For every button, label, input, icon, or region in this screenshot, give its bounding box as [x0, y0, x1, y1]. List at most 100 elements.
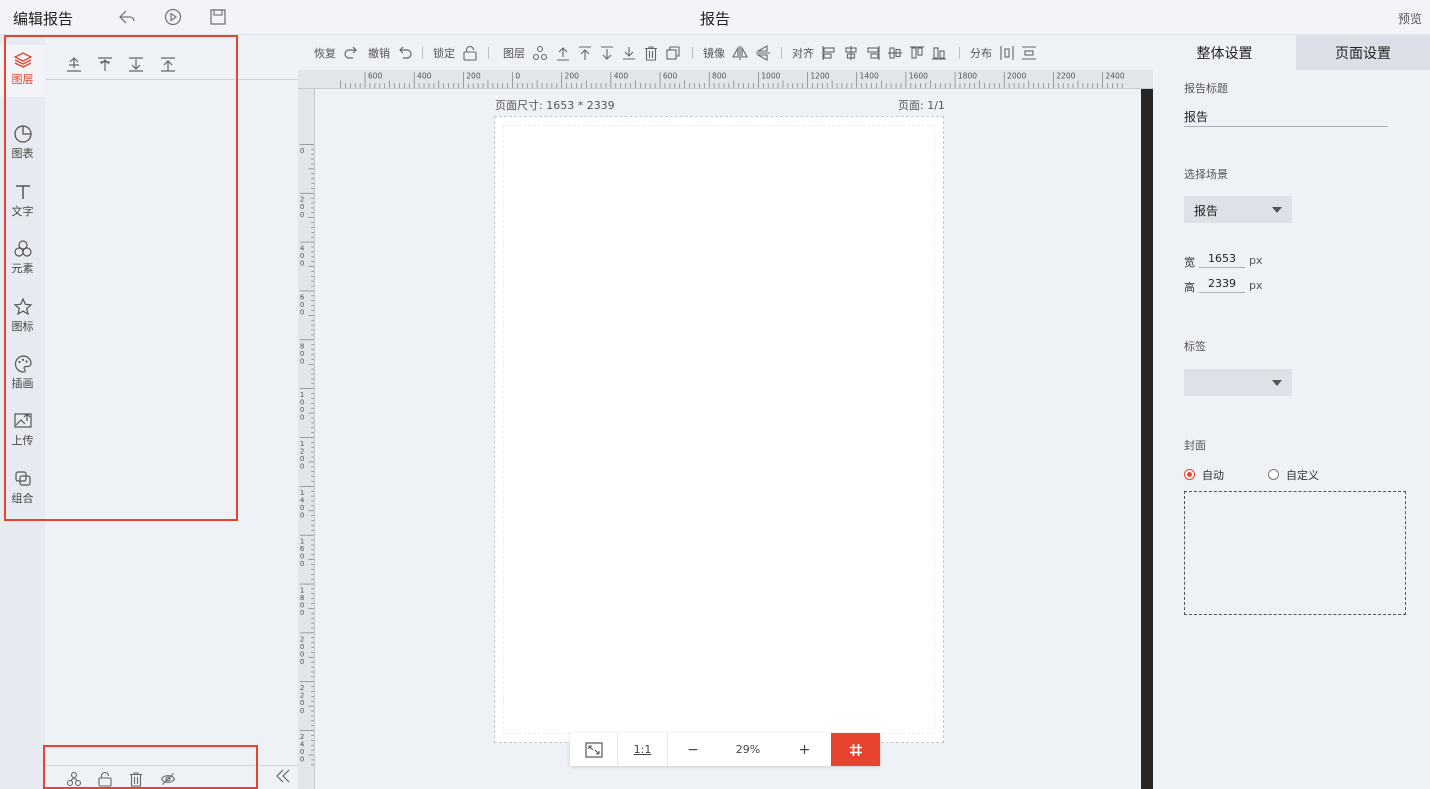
- tag-select[interactable]: [1184, 369, 1292, 396]
- distribute-vertical-icon[interactable]: [1021, 45, 1037, 61]
- nav-label-layers: 图层: [11, 73, 34, 86]
- cover-auto-label: 自动: [1202, 469, 1224, 482]
- nav-item-upload[interactable]: 上传: [0, 406, 45, 458]
- collapse-panel-icon[interactable]: [274, 767, 292, 785]
- flip-vertical-icon[interactable]: [755, 45, 771, 61]
- cover-custom-radio[interactable]: [1268, 469, 1279, 480]
- flip-horizontal-icon[interactable]: [732, 45, 748, 61]
- cover-image-dropzone[interactable]: [1184, 491, 1406, 615]
- align-bottom-icon[interactable]: [931, 45, 947, 61]
- ruler-label: 0: [300, 413, 305, 422]
- undo-button[interactable]: 撤销: [368, 45, 390, 61]
- lock-button[interactable]: 锁定: [433, 45, 455, 61]
- star-icon: [13, 297, 32, 316]
- cover-label: 封面: [1184, 439, 1206, 452]
- zoom-percent: 29%: [735, 743, 761, 756]
- redo-button[interactable]: 恢复: [314, 45, 336, 61]
- lock-icon[interactable]: [462, 45, 478, 61]
- layer-toolbar: [45, 35, 298, 80]
- align-top-icon[interactable]: [599, 45, 615, 61]
- move-top-icon[interactable]: [555, 45, 571, 61]
- layer-bottom-toolbar: [45, 765, 298, 789]
- undo-icon[interactable]: [397, 45, 413, 61]
- ruler-label: 0: [300, 755, 305, 764]
- ruler-vertical: 0200400600800100012001400160018002000220…: [298, 89, 315, 789]
- edit-toolbar: 恢复 撤销 锁定 图层 镜像 对齐 分布: [298, 35, 1153, 70]
- play-icon[interactable]: [164, 8, 182, 26]
- move-bottom-icon[interactable]: [159, 55, 177, 73]
- ruler-label: 0: [300, 259, 305, 268]
- nav-item-text[interactable]: 文字: [0, 177, 45, 229]
- lock-icon[interactable]: [97, 771, 113, 787]
- move-down-icon[interactable]: [621, 45, 637, 61]
- ruler-label: 200: [466, 72, 481, 81]
- zoom-in-button[interactable]: +: [778, 733, 831, 766]
- mirror-button[interactable]: 镜像: [703, 45, 725, 61]
- align-center-icon[interactable]: [843, 45, 859, 61]
- save-icon[interactable]: [209, 8, 227, 26]
- ruler-label: 2000: [1007, 72, 1026, 81]
- ruler-label: 1000: [761, 72, 780, 81]
- nav-item-illustration[interactable]: 插画: [0, 349, 45, 401]
- chevron-down-icon: [1272, 207, 1282, 213]
- align-left-icon[interactable]: [821, 45, 837, 61]
- move-top-icon[interactable]: [65, 55, 83, 73]
- trash-icon[interactable]: [643, 45, 659, 61]
- chevron-down-icon: [1272, 380, 1282, 386]
- move-up-icon[interactable]: [577, 45, 593, 61]
- align-button[interactable]: 对齐: [792, 45, 814, 61]
- zoom-out-button[interactable]: −: [668, 733, 718, 766]
- scene-select-value: 报告: [1194, 204, 1219, 218]
- palette-icon: [14, 355, 32, 373]
- layers-icon: [13, 52, 32, 68]
- back-icon[interactable]: [118, 8, 136, 26]
- align-middle-icon[interactable]: [887, 45, 903, 61]
- move-down-icon[interactable]: [127, 55, 145, 73]
- height-input[interactable]: [1199, 275, 1245, 293]
- distribute-button[interactable]: 分布: [970, 45, 992, 61]
- redo-icon[interactable]: [343, 45, 359, 61]
- grid-toggle-button[interactable]: [831, 733, 880, 766]
- ruler-label: 2200: [1056, 72, 1075, 81]
- trash-icon[interactable]: [128, 771, 144, 787]
- preview-button[interactable]: 预览: [1398, 10, 1422, 27]
- ungroup-icon[interactable]: [532, 45, 548, 61]
- cover-auto-radio[interactable]: [1184, 469, 1195, 480]
- copy-icon[interactable]: [665, 45, 681, 61]
- ruler-label: 1600: [909, 72, 928, 81]
- align-top-edge-icon[interactable]: [909, 45, 925, 61]
- tab-global-settings[interactable]: 整体设置: [1153, 35, 1296, 70]
- nav-item-icons[interactable]: 图标: [0, 292, 45, 344]
- nav-label-chart: 图表: [11, 147, 34, 160]
- nav-item-layers[interactable]: 图层: [0, 45, 45, 97]
- report-title-input[interactable]: [1184, 107, 1388, 127]
- vertical-scrollbar[interactable]: [1141, 89, 1153, 789]
- scene-label: 选择场景: [1184, 168, 1228, 181]
- nav-label-upload: 上传: [11, 434, 34, 447]
- nav-item-group[interactable]: 组合: [0, 464, 45, 516]
- fit-screen-button[interactable]: [570, 733, 618, 766]
- text-icon: [15, 185, 30, 199]
- actual-size-button[interactable]: 1:1: [618, 733, 668, 766]
- hide-icon[interactable]: [160, 771, 176, 787]
- move-up-icon[interactable]: [96, 55, 114, 73]
- distribute-horizontal-icon[interactable]: [999, 45, 1015, 61]
- left-nav: 图层 图表 文字 元素 图标 插画 上传 组合: [0, 35, 45, 789]
- ruler-label: 400: [614, 72, 629, 81]
- report-page[interactable]: [494, 116, 944, 743]
- nav-label-elements: 元素: [11, 262, 34, 275]
- layer-button[interactable]: 图层: [503, 45, 525, 61]
- ruler-label: 800: [712, 72, 727, 81]
- ungroup-icon[interactable]: [66, 771, 82, 787]
- toolbar-divider: [959, 47, 960, 59]
- tab-page-settings[interactable]: 页面设置: [1296, 35, 1430, 70]
- width-input[interactable]: [1199, 250, 1245, 268]
- scene-select[interactable]: 报告: [1184, 196, 1292, 223]
- nav-item-chart[interactable]: 图表: [0, 119, 45, 171]
- nav-item-elements[interactable]: 元素: [0, 234, 45, 286]
- align-right-icon[interactable]: [865, 45, 881, 61]
- ruler-label: 0: [300, 307, 305, 316]
- cover-custom-label: 自定义: [1286, 469, 1319, 482]
- zoom-bar: 1:1 − 29% +: [570, 733, 880, 766]
- ruler-label: 0: [300, 510, 305, 519]
